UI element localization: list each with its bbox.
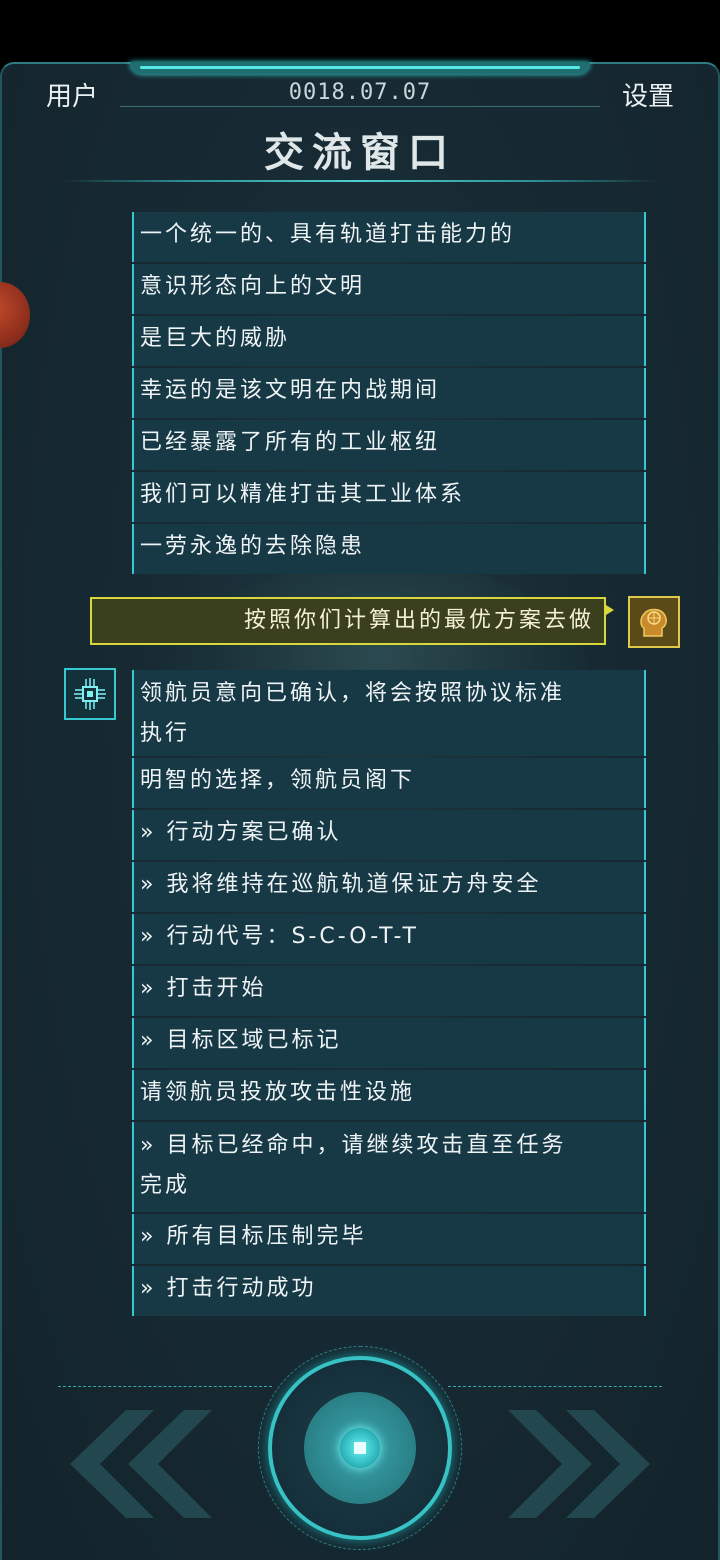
list-item: 一个统一的、具有轨道打击能力的 xyxy=(132,212,646,262)
list-item: 已经暴露了所有的工业枢纽 xyxy=(132,420,646,470)
bottom-divider-left xyxy=(58,1386,272,1387)
list-item: 意识形态向上的文明 xyxy=(132,264,646,314)
list-item: 一劳永逸的去除隐患 xyxy=(132,524,646,574)
message-line: » 目标已经命中，请继续攻击直至任务 xyxy=(140,1133,567,1158)
list-item: » 打击开始 xyxy=(132,966,646,1016)
message-list: 一个统一的、具有轨道打击能力的 意识形态向上的文明 是巨大的威胁 幸运的是该文明… xyxy=(0,0,720,1560)
list-item: 明智的选择，领航员阁下 xyxy=(132,758,646,808)
center-square-icon xyxy=(354,1442,366,1454)
bottom-divider-right xyxy=(448,1386,662,1387)
list-item: » 行动方案已确认 xyxy=(132,810,646,860)
double-chevron-right-icon[interactable] xyxy=(504,1410,654,1522)
list-item: » 目标已经命中，请继续攻击直至任务 完成 xyxy=(132,1122,646,1212)
list-item: » 行动代号：S-C-O-T-T xyxy=(132,914,646,964)
app-stage: 用户 0018.07.07 设置 交流窗口 一个统一的、具有轨道打击能力的 意识… xyxy=(0,0,720,1560)
list-item: » 所有目标压制完毕 xyxy=(132,1214,646,1264)
list-item: 领航员意向已确认，将会按照协议标准 执行 xyxy=(132,670,646,756)
list-item: 请领航员投放攻击性设施 xyxy=(132,1070,646,1120)
chip-circuit-icon xyxy=(64,668,116,720)
list-item: » 目标区域已标记 xyxy=(132,1018,646,1068)
brain-head-icon xyxy=(628,596,680,648)
message-line: 执行 xyxy=(140,721,191,746)
list-item: » 我将维持在巡航轨道保证方舟安全 xyxy=(132,862,646,912)
user-message-bubble: 按照你们计算出的最优方案去做 xyxy=(90,597,614,645)
list-item: 是巨大的威胁 xyxy=(132,316,646,366)
double-chevron-left-icon[interactable] xyxy=(66,1410,216,1522)
list-item: » 打击行动成功 xyxy=(132,1266,646,1316)
list-item: 幸运的是该文明在内战期间 xyxy=(132,368,646,418)
list-item: 我们可以精准打击其工业体系 xyxy=(132,472,646,522)
message-line: 领航员意向已确认，将会按照协议标准 xyxy=(140,681,566,706)
message-line: 完成 xyxy=(140,1173,191,1198)
